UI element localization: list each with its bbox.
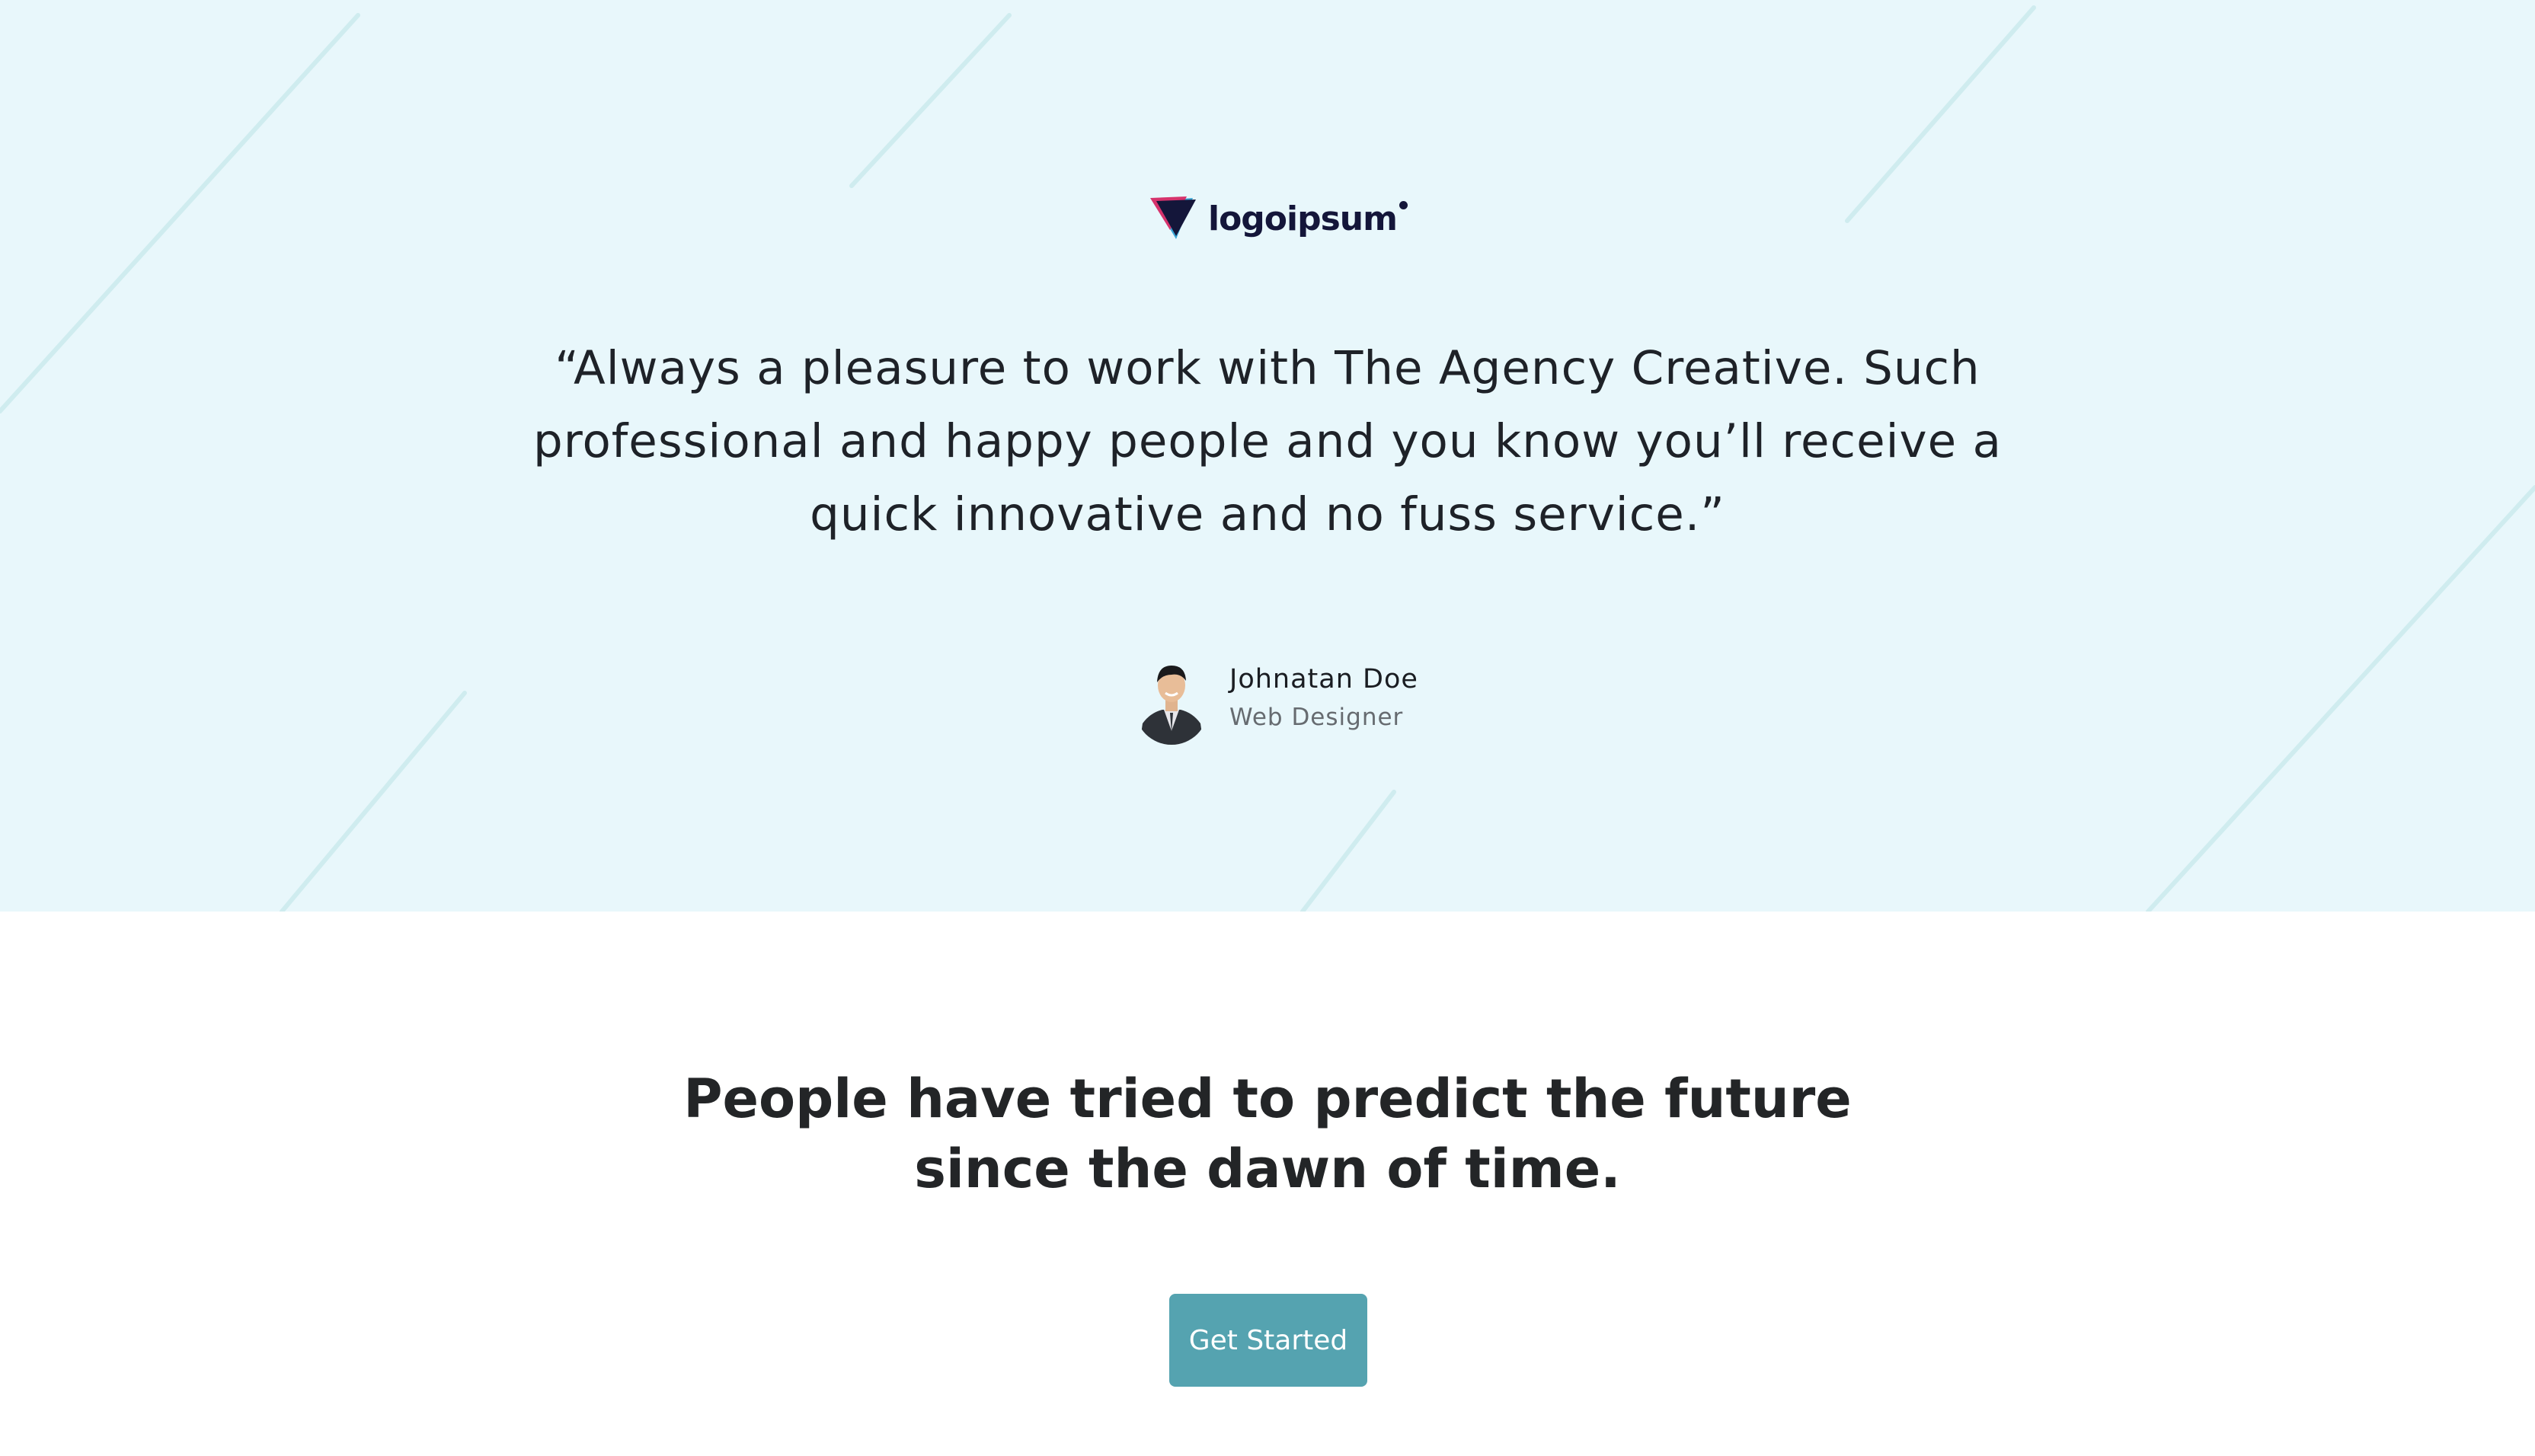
cta-section: People have tried to predict the future … (0, 912, 2535, 1456)
diagonal-line (0, 13, 360, 413)
logo-wordmark: logoipsum (1208, 199, 1398, 238)
diagonal-line (2146, 485, 2535, 912)
get-started-button[interactable]: Get Started (1169, 1294, 1367, 1387)
diagonal-line (1300, 790, 1396, 912)
author-info: Johnatan Doe Web Designer (1229, 660, 1418, 736)
avatar (1135, 652, 1208, 745)
cta-heading: People have tried to predict the future … (683, 1068, 1852, 1200)
diagonal-line (1845, 5, 2036, 223)
testimonial-quote: “Always a pleasure to work with The Agen… (533, 341, 2002, 541)
logo-dot (1399, 201, 1408, 209)
diagonal-line (280, 691, 467, 912)
testimonial-author: Johnatan Doe Web Designer (1135, 652, 1418, 745)
diagonal-line (849, 13, 1012, 188)
avatar-photo (1135, 652, 1208, 745)
logo-mark-icon (1150, 196, 1196, 239)
testimonial-section: logoipsum “Always a pleasure to work wit… (0, 0, 2535, 912)
brand-logo[interactable]: logoipsum (1150, 193, 1408, 244)
author-name: Johnatan Doe (1229, 664, 1418, 694)
author-role: Web Designer (1229, 704, 1404, 731)
